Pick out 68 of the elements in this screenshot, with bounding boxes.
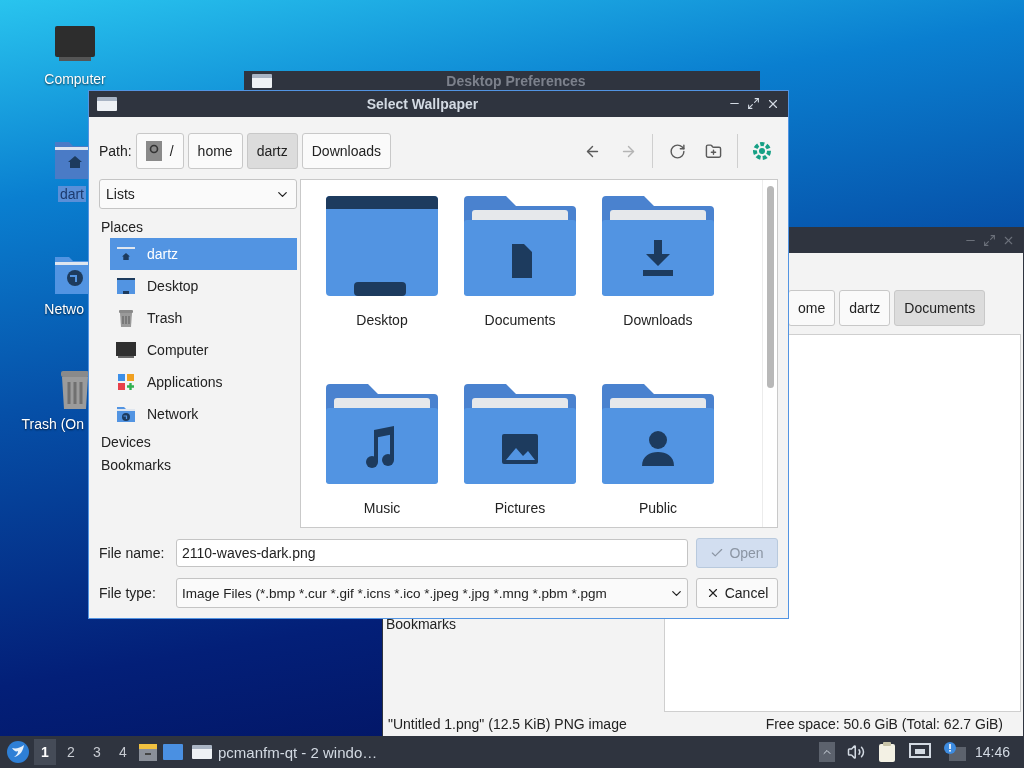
task-button[interactable]: pcmanfm-qt - 2 windo…: [188, 738, 382, 766]
reload-icon: [668, 142, 686, 160]
dialog-title: Select Wallpaper: [365, 97, 480, 111]
check-icon: [710, 546, 725, 560]
free-space-text: Free space: 50.6 GiB (Total: 62.7 GiB): [765, 716, 1003, 732]
sidebar-section[interactable]: Bookmarks: [99, 453, 297, 476]
music-folder-icon[interactable]: [326, 382, 438, 486]
folder-icon[interactable]: [162, 743, 184, 761]
sidebar-section[interactable]: Devices: [99, 430, 297, 453]
file-name[interactable]: Pictures: [494, 500, 546, 516]
status-text: "Untitled 1.png" (12.5 KiB) PNG image: [388, 716, 627, 732]
network-icon[interactable]: [908, 743, 931, 761]
file-type-label: File type:: [99, 585, 157, 601]
file-name[interactable]: Public: [638, 500, 678, 516]
notification-icon[interactable]: [942, 741, 967, 763]
path-button[interactable]: /: [135, 133, 184, 169]
view-mode-dropdown[interactable]: Lists: [99, 179, 297, 209]
volume-icon[interactable]: [846, 743, 865, 761]
documents-folder-icon[interactable]: [464, 194, 576, 298]
file-name-label: File name:: [99, 545, 166, 561]
maximize-icon[interactable]: [747, 97, 760, 110]
file-cabinet-icon[interactable]: [138, 742, 158, 762]
file-type-dropdown[interactable]: Image Files (*.bmp *.cur *.gif *.icns *.ico *.jpeg *.jpg *.mng *.pbm *.pgm: [176, 578, 688, 608]
window-icon: [252, 73, 272, 88]
place-item[interactable]: Applications: [110, 366, 297, 398]
place-item[interactable]: Network: [110, 398, 297, 430]
pictures-folder-icon[interactable]: [464, 382, 576, 486]
place-item[interactable]: Desktop: [110, 270, 297, 302]
path-label: Path:: [99, 143, 132, 159]
person-folder-icon[interactable]: [602, 382, 714, 486]
workspace-button[interactable]: 2: [60, 739, 82, 765]
path-button[interactable]: dartz: [839, 290, 891, 326]
close-icon[interactable]: [766, 97, 780, 111]
sidebar-section[interactable]: Bookmarks: [386, 616, 661, 632]
clipboard-icon[interactable]: [876, 741, 897, 763]
file-name[interactable]: Desktop: [356, 312, 408, 328]
scrollbar-thumb[interactable]: [766, 186, 774, 388]
desktop-icon: [115, 275, 137, 297]
new-folder-icon: [704, 142, 722, 160]
gear-icon: [751, 140, 773, 162]
apps-grid-icon: [115, 371, 137, 393]
workspace-button[interactable]: 3: [86, 739, 108, 765]
file-name-field[interactable]: 2110-waves-dark.png: [176, 539, 688, 567]
window-title: Desktop Preferences: [445, 73, 587, 88]
file-name[interactable]: Music: [363, 500, 401, 516]
place-item[interactable]: Computer: [110, 334, 297, 366]
places-header[interactable]: Places: [99, 209, 297, 238]
path-button[interactable]: Downloads: [301, 133, 391, 169]
path-button[interactable]: dartz: [246, 133, 298, 169]
desktop-icon-label[interactable]: Trash (On: [19, 416, 86, 432]
start-menu-icon[interactable]: [6, 740, 30, 764]
workspace-button[interactable]: 4: [112, 739, 134, 765]
path-button[interactable]: ome: [788, 290, 836, 326]
workspace-button[interactable]: 1: [34, 739, 56, 765]
download-folder-icon[interactable]: [602, 194, 714, 298]
computer-icon: [115, 339, 137, 361]
file-name[interactable]: Downloads: [623, 312, 693, 328]
file-name[interactable]: Documents: [484, 312, 556, 328]
clock[interactable]: 14:46: [970, 744, 1018, 760]
desktop-icon-label[interactable]: Netwo: [42, 301, 86, 317]
place-item[interactable]: Trash: [110, 302, 297, 334]
desktop-folder-icon[interactable]: [326, 194, 438, 298]
drive-icon: [145, 141, 162, 161]
path-button[interactable]: home: [187, 133, 243, 169]
window-icon: [192, 745, 212, 759]
path-button[interactable]: Documents: [894, 290, 986, 326]
cancel-button[interactable]: Cancel: [696, 578, 778, 608]
window-icon: [97, 97, 117, 111]
